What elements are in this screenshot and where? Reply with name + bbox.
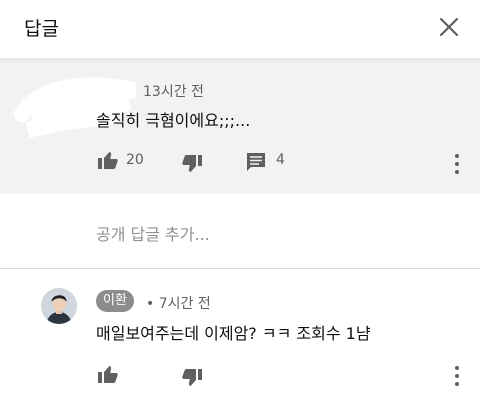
thumbs-up-icon — [98, 152, 118, 169]
dislike-button[interactable] — [180, 152, 204, 176]
thumbs-up-icon — [98, 366, 118, 383]
parent-comment: 13시간 전 솔직히 극혐이에요;;;... 20 4 — [0, 64, 480, 194]
avatar-image — [41, 288, 77, 324]
reply-text: 매일보여주는데 이제암? ㅋㅋ 조회수 1냠 — [96, 324, 371, 343]
thumbs-down-icon — [182, 155, 202, 172]
comment-text: 솔직히 극혐이에요;;;... — [96, 111, 251, 130]
more-vert-icon — [455, 154, 459, 174]
reply-button[interactable] — [244, 150, 268, 174]
comment-time: 13시간 전 — [143, 84, 204, 100]
reply-more-options-button[interactable] — [451, 364, 463, 388]
divider — [0, 268, 480, 269]
avatar[interactable] — [41, 288, 77, 324]
more-vert-icon — [455, 366, 459, 386]
like-count: 20 — [126, 152, 144, 168]
reply-time: • 7시간 전 — [146, 296, 211, 312]
more-options-button[interactable] — [451, 152, 463, 176]
reply-dislike-button[interactable] — [180, 366, 204, 390]
reply-count: 4 — [276, 152, 285, 168]
thumbs-down-icon — [182, 369, 202, 386]
page-title: 답글 — [24, 18, 59, 40]
close-icon — [439, 17, 459, 37]
reply-input[interactable]: 공개 답글 추가... — [96, 221, 210, 245]
like-button[interactable] — [96, 148, 120, 172]
comment-icon — [247, 153, 265, 171]
close-button[interactable] — [432, 10, 466, 44]
reply-like-button[interactable] — [96, 362, 120, 386]
header: 답글 — [0, 0, 480, 56]
author-name[interactable]: 이환 — [96, 290, 134, 312]
